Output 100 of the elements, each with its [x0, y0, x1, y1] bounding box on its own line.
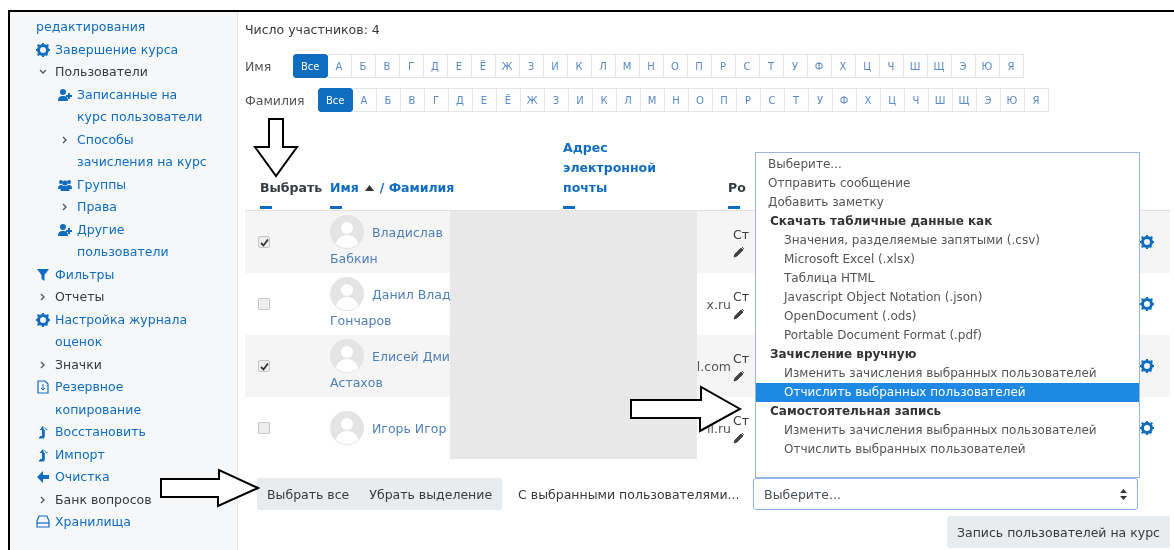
sidebar-link[interactable]: Импорт [55, 443, 105, 466]
letter-filter-button[interactable]: Ч [879, 54, 904, 78]
letter-filter-button[interactable]: Р [736, 88, 761, 112]
letter-filter-button[interactable]: Т [759, 54, 784, 78]
sidebar-link[interactable]: Другие пользователи [77, 218, 207, 264]
letter-filter-button[interactable]: Б [351, 54, 376, 78]
user-name-link[interactable]: Гончаров [330, 311, 450, 331]
dropdown-option[interactable]: Добавить заметку [756, 193, 1139, 212]
dropdown-option[interactable]: Portable Document Format (.pdf) [756, 326, 1139, 345]
sidebar-link[interactable]: Резервное копирование [55, 376, 207, 421]
letter-filter-button[interactable]: М [640, 88, 665, 112]
sidebar-link[interactable]: Восстановить [55, 421, 146, 444]
letter-filter-button[interactable]: И [568, 88, 593, 112]
letter-filter-button[interactable]: Ё [471, 54, 496, 78]
letter-filter-button[interactable]: П [687, 54, 712, 78]
sidebar-link[interactable]: Отчеты [55, 286, 105, 309]
sidebar-link[interactable]: Банк вопросов [55, 488, 152, 511]
user-name-link[interactable]: Владислав [372, 224, 443, 240]
letter-filter-button[interactable]: М [615, 54, 640, 78]
letter-filter-button[interactable]: Ф [807, 54, 832, 78]
letter-filter-button[interactable]: К [567, 54, 592, 78]
sidebar-link[interactable]: Фильтры [55, 263, 115, 286]
letter-filter-button[interactable]: А [327, 54, 352, 78]
letter-filter-button[interactable]: У [783, 54, 808, 78]
letter-filter-button[interactable]: Х [856, 88, 881, 112]
dropdown-option[interactable]: Javascript Object Notation (.json) [756, 288, 1139, 307]
sidebar-link[interactable]: Очистка [55, 466, 110, 489]
letter-filter-button[interactable]: С [735, 54, 760, 78]
letter-filter-button[interactable]: Г [424, 88, 449, 112]
sidebar-link[interactable]: Хранилища [55, 511, 131, 534]
user-name-link[interactable]: Данил Влад [372, 286, 450, 302]
letter-filter-button[interactable]: Х [831, 54, 856, 78]
sidebar-link[interactable]: Способы зачисления на курс [77, 128, 207, 174]
letter-filter-button[interactable]: Л [616, 88, 641, 112]
dropdown-option[interactable]: Таблица HTML [756, 269, 1139, 288]
letter-filter-button[interactable]: О [688, 88, 713, 112]
sidebar-link[interactable]: Права [77, 196, 118, 219]
dropdown-option[interactable]: Отчислить выбранных пользователей [756, 440, 1139, 459]
letter-filter-button[interactable]: Д [423, 54, 448, 78]
sidebar-link[interactable]: Пользователи [55, 61, 148, 84]
letter-filter-button[interactable]: Ф [832, 88, 857, 112]
letter-filter-button[interactable]: О [663, 54, 688, 78]
letter-filter-button[interactable]: Э [976, 88, 1001, 112]
letter-filter-button[interactable]: Ш [928, 88, 953, 112]
letter-filter-button[interactable]: Т [784, 88, 809, 112]
user-name-link[interactable]: Бабкин [330, 249, 450, 269]
letter-filter-button[interactable]: П [712, 88, 737, 112]
letter-filter-button[interactable]: Я [999, 54, 1024, 78]
dropdown-option[interactable]: Microsoft Excel (.xlsx) [756, 250, 1139, 269]
dropdown-option[interactable]: Значения, разделяемые запятыми (.csv) [756, 231, 1139, 250]
user-name-link[interactable]: Елисей Дми [372, 348, 450, 364]
sidebar-link[interactable]: Значки [55, 353, 102, 376]
letter-filter-button[interactable]: Н [639, 54, 664, 78]
dropdown-option[interactable]: Изменить зачисления выбранных пользователей [756, 421, 1139, 440]
letter-filter-button[interactable]: В [375, 54, 400, 78]
letter-filter-button[interactable]: Ж [495, 54, 520, 78]
user-name-link[interactable]: Астахов [330, 373, 450, 393]
letter-filter-button[interactable]: Е [472, 88, 497, 112]
letter-filter-button[interactable]: Щ [927, 54, 952, 78]
dropdown-option[interactable]: OpenDocument (.ods) [756, 307, 1139, 326]
letter-filter-button[interactable]: Все [293, 54, 328, 78]
letter-filter-button[interactable]: Ч [904, 88, 929, 112]
letter-filter-button[interactable]: Н [664, 88, 689, 112]
letter-filter-button[interactable]: К [592, 88, 617, 112]
letter-filter-button[interactable]: З [519, 54, 544, 78]
letter-filter-button[interactable]: Л [591, 54, 616, 78]
sort-link[interactable]: Адрес электронной почты [563, 138, 693, 198]
sort-link[interactable]: / Фамилия [379, 178, 455, 198]
action-select[interactable]: Выберите... [753, 478, 1139, 510]
letter-filter-button[interactable]: С [760, 88, 785, 112]
letter-filter-button[interactable]: Б [376, 88, 401, 112]
letter-filter-button[interactable]: Ю [1000, 88, 1025, 112]
letter-filter-button[interactable]: З [544, 88, 569, 112]
sidebar-link[interactable]: редактирования [36, 16, 146, 39]
letter-filter-button[interactable]: Ц [880, 88, 905, 112]
letter-filter-button[interactable]: Ш [903, 54, 928, 78]
sidebar-link[interactable]: Записанные на курс пользователи [77, 83, 207, 129]
letter-filter-button[interactable]: Ё [496, 88, 521, 112]
dropdown-option[interactable]: Выберите... [756, 155, 1139, 174]
letter-filter-button[interactable]: У [808, 88, 833, 112]
letter-filter-button[interactable]: Все [318, 88, 353, 112]
letter-filter-button[interactable]: Ю [975, 54, 1000, 78]
letter-filter-button[interactable]: Д [448, 88, 473, 112]
letter-filter-button[interactable]: Г [399, 54, 424, 78]
letter-filter-button[interactable]: А [352, 88, 377, 112]
letter-filter-button[interactable]: Ц [855, 54, 880, 78]
sidebar-link[interactable]: Завершение курса [55, 38, 179, 61]
sidebar-link[interactable]: Группы [77, 173, 127, 196]
letter-filter-button[interactable]: И [543, 54, 568, 78]
letter-filter-button[interactable]: Ж [520, 88, 545, 112]
sidebar-link[interactable]: Настройка журнала оценок [55, 308, 207, 354]
dropdown-option[interactable]: Изменить зачисления выбранных пользователей [756, 364, 1139, 383]
dropdown-option[interactable]: Отправить сообщение [756, 174, 1139, 193]
enrol-users-button[interactable]: Запись пользователей на курс [947, 516, 1170, 548]
letter-filter-button[interactable]: Р [711, 54, 736, 78]
user-name-link[interactable]: Игорь Игор [372, 420, 447, 436]
letter-filter-button[interactable]: Э [951, 54, 976, 78]
letter-filter-button[interactable]: Щ [952, 88, 977, 112]
letter-filter-button[interactable]: В [400, 88, 425, 112]
dropdown-option[interactable]: Отчислить выбранных пользователей [756, 383, 1139, 402]
